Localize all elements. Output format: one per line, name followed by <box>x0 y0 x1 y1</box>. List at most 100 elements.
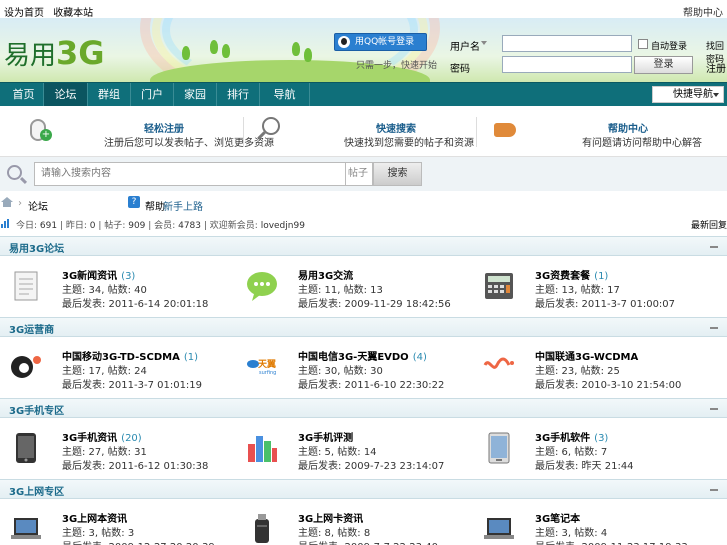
forum-item: 3G上网本资讯主题: 3, 帖数: 3最后发表: 2009-12-27 20:2… <box>0 499 237 545</box>
laptop-icon[interactable] <box>10 513 42 545</box>
forum-last-post[interactable]: 最后发表: 2011-6-12 01:30:38 <box>62 457 208 472</box>
forum-item: 易用3G交流 主题: 11, 帖数: 13 最后发表: 2009-11-29 18:… <box>236 256 473 316</box>
section-title[interactable]: 3G上网专区 <box>9 483 64 498</box>
site-header: 易用3G 用QQ帐号登录 只需一步，快速开始 用户名 自动登录 找回密码 密码 … <box>0 18 727 82</box>
laptop-icon[interactable] <box>483 513 515 545</box>
search-bar: 请输入搜索内容 帖子 搜索 <box>0 157 727 191</box>
username-label: 用户名 <box>450 42 480 53</box>
svg-text:天翼: 天翼 <box>258 359 276 370</box>
top-bar: 设为首页 收藏本站 帮助中心 <box>0 0 727 19</box>
forum-name-link[interactable]: 3G笔记本 <box>535 510 584 525</box>
svg-text:surfing: surfing <box>259 370 276 376</box>
forum-stats-line: 主题: 3, 帖数: 4 <box>535 528 608 539</box>
forum-name-link[interactable]: 易用3G交流 <box>298 267 357 282</box>
feature-search[interactable]: 快速搜索 快速找到您需要的帖子和资源 <box>244 107 474 157</box>
feature-register[interactable]: 轻松注册 注册后您可以发表帖子、浏览更多资源 <box>0 107 274 157</box>
smartphone-icon[interactable] <box>483 432 515 464</box>
forum-item: 3G新闻资讯 (3) 主题: 34, 帖数: 40 最后发表: 2011-6-14 2… <box>0 256 237 316</box>
chevron-down-icon[interactable] <box>481 41 487 45</box>
forum-stats-line: 主题: 5, 帖数: 14 <box>298 447 377 458</box>
feature-strip: 轻松注册 注册后您可以发表帖子、浏览更多资源 快速搜索 快速找到您需要的帖子和资… <box>0 107 727 157</box>
forum-name-link[interactable]: 3G资费套餐 (1) <box>535 267 608 282</box>
nav-item-home[interactable]: 首页 <box>4 83 44 106</box>
nav-item-home-space[interactable]: 家园 <box>174 83 217 106</box>
forum-stats-line: 主题: 13, 帖数: 17 <box>535 285 620 296</box>
document-icon[interactable] <box>10 270 42 302</box>
nav-item-groups[interactable]: 群组 <box>88 83 131 106</box>
forum-last-post[interactable]: 最后发表: 2011-3-7 01:00:07 <box>535 295 675 310</box>
site-logo[interactable]: 易用3G <box>4 34 105 72</box>
forum-stats-line: 主题: 23, 帖数: 25 <box>535 366 620 377</box>
search-input[interactable]: 请输入搜索内容 <box>34 162 346 186</box>
forum-stats-line: 主题: 34, 帖数: 40 <box>62 285 147 296</box>
collapse-icon[interactable] <box>710 408 718 410</box>
forum-item: 3G笔记本主题: 3, 帖数: 4最后发表: 2009-11-23 17:19:… <box>473 499 727 545</box>
newest-member-link[interactable]: lovedjn99 <box>261 221 305 231</box>
forum-name-link[interactable]: 中国移动3G-TD-SCDMA (1) <box>62 348 198 363</box>
newbie-guide-link[interactable]: 新手上路 <box>163 198 203 213</box>
section-title[interactable]: 3G运营商 <box>9 321 54 336</box>
latest-replies-link[interactable]: 最新回复 <box>691 218 727 231</box>
auto-login-checkbox[interactable] <box>638 39 648 49</box>
forum-stats: 今日: 691 | 昨日: 0 | 帖子: 909 | 会员: 4783 | 欢… <box>0 215 727 233</box>
help-icon: ? <box>128 196 140 208</box>
forum-last-post[interactable]: 最后发表: 2011-6-14 20:01:18 <box>62 295 208 310</box>
forum-name-link[interactable]: 3G新闻资讯 (3) <box>62 267 135 282</box>
home-icon[interactable] <box>1 197 13 207</box>
nav-item-portal[interactable]: 门户 <box>131 83 174 106</box>
china-mobile-icon[interactable] <box>10 351 42 383</box>
section-title[interactable]: 3G手机专区 <box>9 402 64 417</box>
forum-last-post[interactable]: 最后发表: 2011-3-7 01:01:19 <box>62 376 202 391</box>
bar-chart-icon[interactable] <box>246 432 278 464</box>
forum-item: 3G手机资讯 (20) 主题: 27, 帖数: 31 最后发表: 2011-6-12 … <box>0 418 237 478</box>
nav-item-navigation[interactable]: 导航 <box>260 83 310 106</box>
forum-item: 3G手机评测主题: 5, 帖数: 14 最后发表: 2009-7-23 23:14… <box>236 418 473 478</box>
calculator-icon[interactable] <box>483 270 515 302</box>
breadcrumb-current[interactable]: 论坛 <box>28 198 48 213</box>
search-icon <box>7 165 22 180</box>
forum-name-link[interactable]: 中国联通3G-WCDMA <box>535 348 642 363</box>
forum-last-post[interactable]: 最后发表: 2009-11-23 17:19:33 <box>535 538 688 545</box>
forum-name-link[interactable]: 3G手机评测 <box>298 429 357 444</box>
section-header: 3G运营商 <box>0 317 727 337</box>
china-telecom-icon[interactable]: 天翼 surfing <box>246 351 278 383</box>
collapse-icon[interactable] <box>710 327 718 329</box>
forum-last-post[interactable]: 最后发表: 2009-11-29 18:42:56 <box>298 295 451 310</box>
forum-name-link[interactable]: 3G手机软件 (3) <box>535 429 608 444</box>
forum-name-link[interactable]: 3G上网本资讯 <box>62 510 131 525</box>
quick-nav-select[interactable]: 快捷导航 <box>652 86 724 103</box>
forum-last-post[interactable]: 最后发表: 2009-7-7 22:23:40 <box>298 538 438 545</box>
forum-name-link[interactable]: 3G上网卡资讯 <box>298 510 367 525</box>
section-title[interactable]: 易用3G论坛 <box>9 240 64 255</box>
help-link[interactable]: 帮助中心 <box>683 4 723 19</box>
search-scope-select[interactable]: 帖子 <box>345 162 373 186</box>
feature-help[interactable]: 帮助中心 有问题请访问帮助中心解答 <box>476 107 727 157</box>
forum-name-link[interactable]: 中国电信3G-天翼EVDO (4) <box>298 348 427 363</box>
chat-bubble-icon[interactable] <box>246 270 278 302</box>
nav-item-ranking[interactable]: 排行 <box>217 83 260 106</box>
forum-last-post[interactable]: 最后发表: 2011-6-10 22:30:22 <box>298 376 444 391</box>
login-button[interactable]: 登录 <box>634 56 693 74</box>
nav-item-forum[interactable]: 论坛 <box>44 83 88 106</box>
forum-last-post[interactable]: 最后发表: 2010-3-10 21:54:00 <box>535 376 681 391</box>
collapse-icon[interactable] <box>710 246 718 248</box>
forum-name-link[interactable]: 3G手机资讯 (20) <box>62 429 142 444</box>
register-link[interactable]: 注册 <box>706 60 726 75</box>
breadcrumb: › 论坛 ? 帮助 新手上路 <box>0 195 727 213</box>
forum-last-post[interactable]: 最后发表: 2009-12-27 20:20:39 <box>62 538 215 545</box>
search-button[interactable]: 搜索 <box>373 162 422 186</box>
forum-item: 3G资费套餐 (1) 主题: 13, 帖数: 17 最后发表: 2011-3-7 01… <box>473 256 727 316</box>
username-field[interactable] <box>502 35 632 52</box>
forum-last-post[interactable]: 最后发表: 昨天 21:44 <box>535 457 634 472</box>
password-field[interactable] <box>502 56 632 73</box>
china-unicom-icon[interactable] <box>483 351 515 383</box>
section-header: 易用3G论坛 <box>0 236 727 256</box>
forum-last-post[interactable]: 最后发表: 2009-7-23 23:14:07 <box>298 457 444 472</box>
forum-item: 3G手机软件 (3) 主题: 6, 帖数: 7 最后发表: 昨天 21:44 <box>473 418 727 478</box>
help-label: 帮助 <box>145 202 165 213</box>
phone-icon[interactable] <box>10 432 42 464</box>
usb-modem-icon[interactable] <box>246 513 278 545</box>
stats-chart-icon <box>1 219 11 228</box>
collapse-icon[interactable] <box>710 489 718 491</box>
qq-login-button[interactable]: 用QQ帐号登录 <box>334 33 427 51</box>
